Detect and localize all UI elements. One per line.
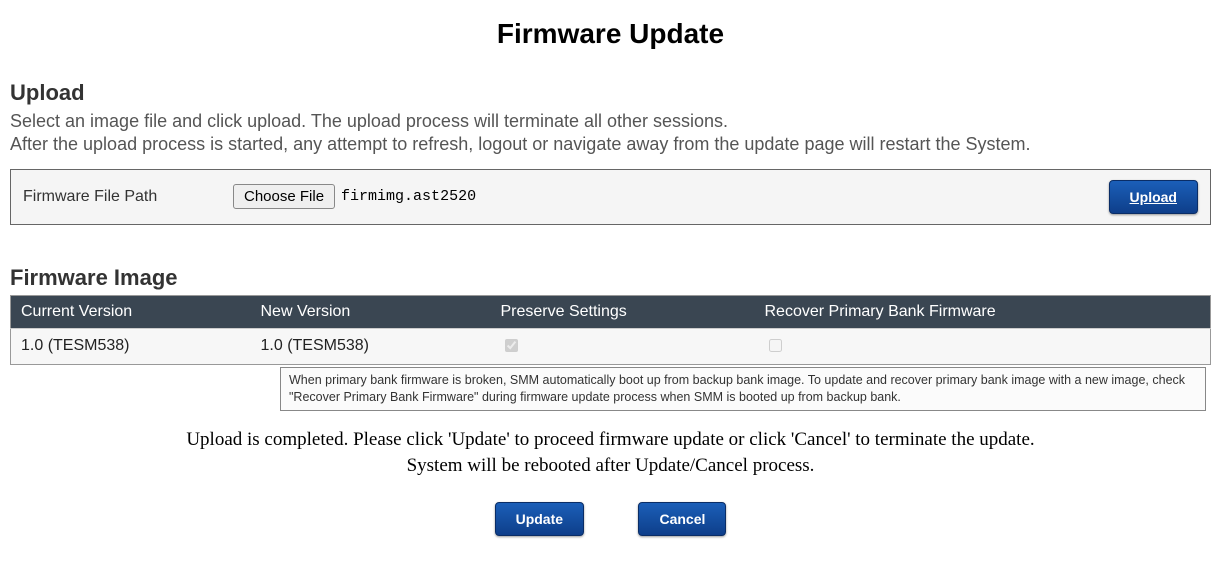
table-row: 1.0 (TESM538) 1.0 (TESM538) [11, 328, 1211, 364]
col-new-version: New Version [251, 295, 491, 328]
chosen-file-name: firmimg.ast2520 [341, 188, 476, 205]
file-picker: Choose File firmimg.ast2520 [233, 184, 476, 209]
upload-desc-line1: Select an image file and click upload. T… [10, 111, 728, 131]
upload-panel: Firmware File Path Choose File firmimg.a… [10, 169, 1211, 225]
cell-current-version: 1.0 (TESM538) [11, 328, 251, 364]
recover-primary-tooltip: When primary bank firmware is broken, SM… [280, 367, 1206, 411]
firmware-image-heading: Firmware Image [10, 265, 1211, 291]
upload-heading: Upload [10, 80, 1211, 106]
recover-primary-checkbox[interactable] [769, 339, 782, 352]
completion-line1: Upload is completed. Please click 'Updat… [186, 429, 1034, 450]
table-header-row: Current Version New Version Preserve Set… [11, 295, 1211, 328]
cell-preserve-settings [491, 328, 755, 364]
preserve-settings-checkbox[interactable] [505, 339, 518, 352]
firmware-image-table: Current Version New Version Preserve Set… [10, 295, 1211, 365]
cell-new-version: 1.0 (TESM538) [251, 328, 491, 364]
cell-recover-primary [755, 328, 1211, 364]
action-buttons: Update Cancel [10, 502, 1211, 536]
file-path-label: Firmware File Path [23, 188, 233, 206]
update-button[interactable]: Update [495, 502, 584, 536]
completion-message: Upload is completed. Please click 'Updat… [10, 427, 1211, 480]
upload-desc-line2: After the upload process is started, any… [10, 134, 1031, 154]
cancel-button[interactable]: Cancel [638, 502, 726, 536]
choose-file-button[interactable]: Choose File [233, 184, 335, 209]
page-title: Firmware Update [10, 18, 1211, 50]
col-recover-primary: Recover Primary Bank Firmware [755, 295, 1211, 328]
col-preserve-settings: Preserve Settings [491, 295, 755, 328]
col-current-version: Current Version [11, 295, 251, 328]
upload-description: Select an image file and click upload. T… [10, 110, 1211, 157]
completion-line2: System will be rebooted after Update/Can… [407, 455, 815, 476]
upload-button[interactable]: Upload [1109, 180, 1198, 214]
